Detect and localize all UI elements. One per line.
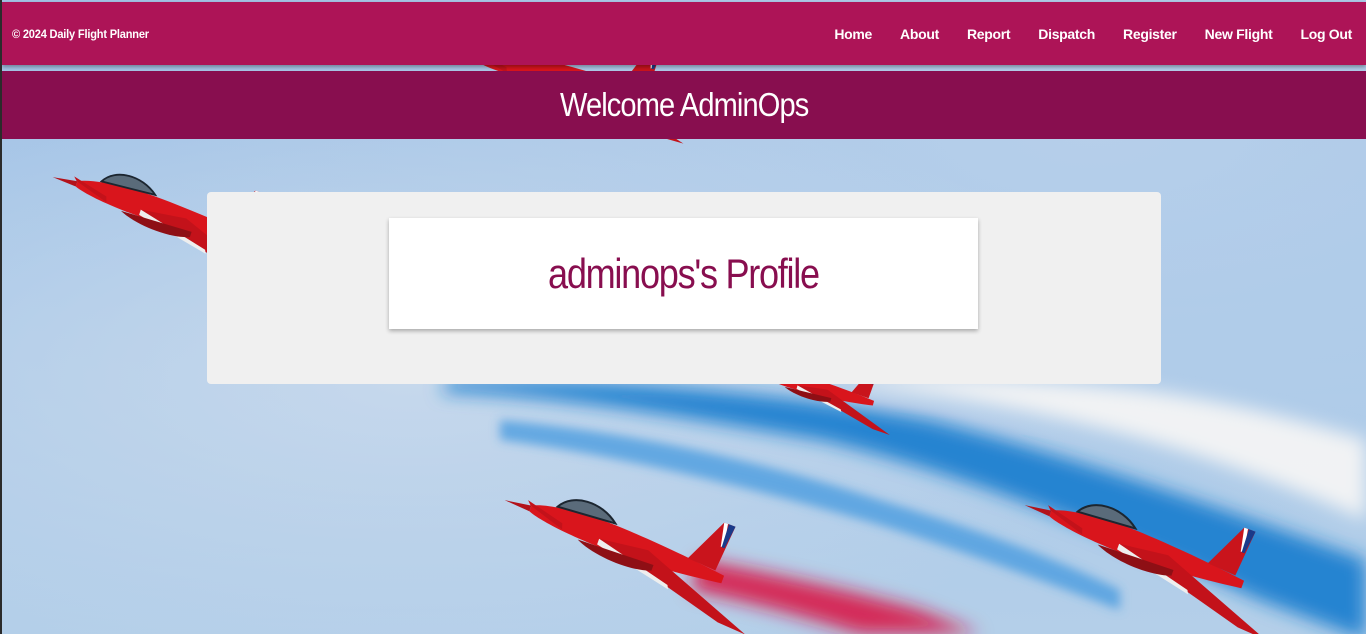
welcome-banner: Welcome AdminOps (2, 71, 1366, 139)
nav-links: Home About Report Dispatch Register New … (806, 26, 1352, 42)
window-left-edge (0, 0, 2, 634)
welcome-title: Welcome AdminOps (559, 86, 809, 123)
nav-dispatch-link[interactable]: Dispatch (1038, 26, 1095, 42)
profile-title: adminops's Profile (548, 249, 820, 297)
profile-panel: adminops's Profile (207, 192, 1161, 384)
nav-register-link[interactable]: Register (1123, 26, 1177, 42)
profile-card: adminops's Profile (389, 218, 978, 329)
nav-new-flight-link[interactable]: New Flight (1205, 26, 1273, 42)
top-navbar: © 2024 Daily Flight Planner Home About R… (2, 2, 1366, 65)
nav-report-link[interactable]: Report (967, 26, 1011, 42)
copyright-text: © 2024 Daily Flight Planner (12, 26, 149, 41)
nav-log-out-link[interactable]: Log Out (1300, 26, 1352, 42)
nav-about-link[interactable]: About (900, 26, 939, 42)
nav-home-link[interactable]: Home (834, 26, 872, 42)
